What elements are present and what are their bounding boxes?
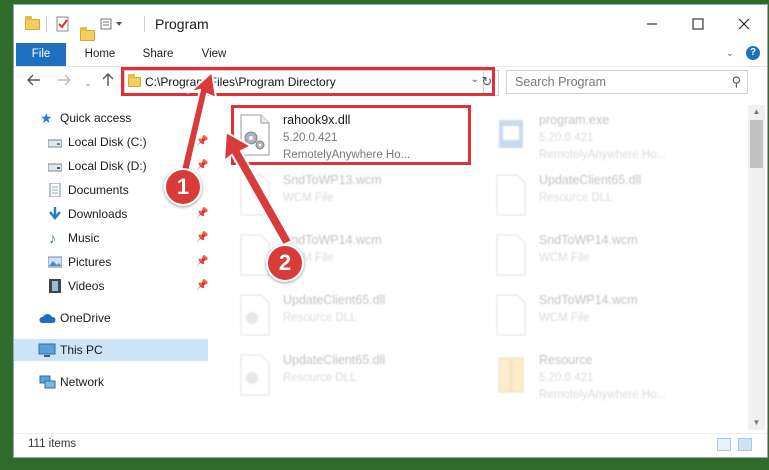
step-badge-2: 2 [266,244,304,282]
arrow-to-file [222,130,294,247]
step-badge-1: 1 [164,168,202,206]
annotation-arrows [179,70,294,247]
arrow-to-address-bar [179,70,218,174]
